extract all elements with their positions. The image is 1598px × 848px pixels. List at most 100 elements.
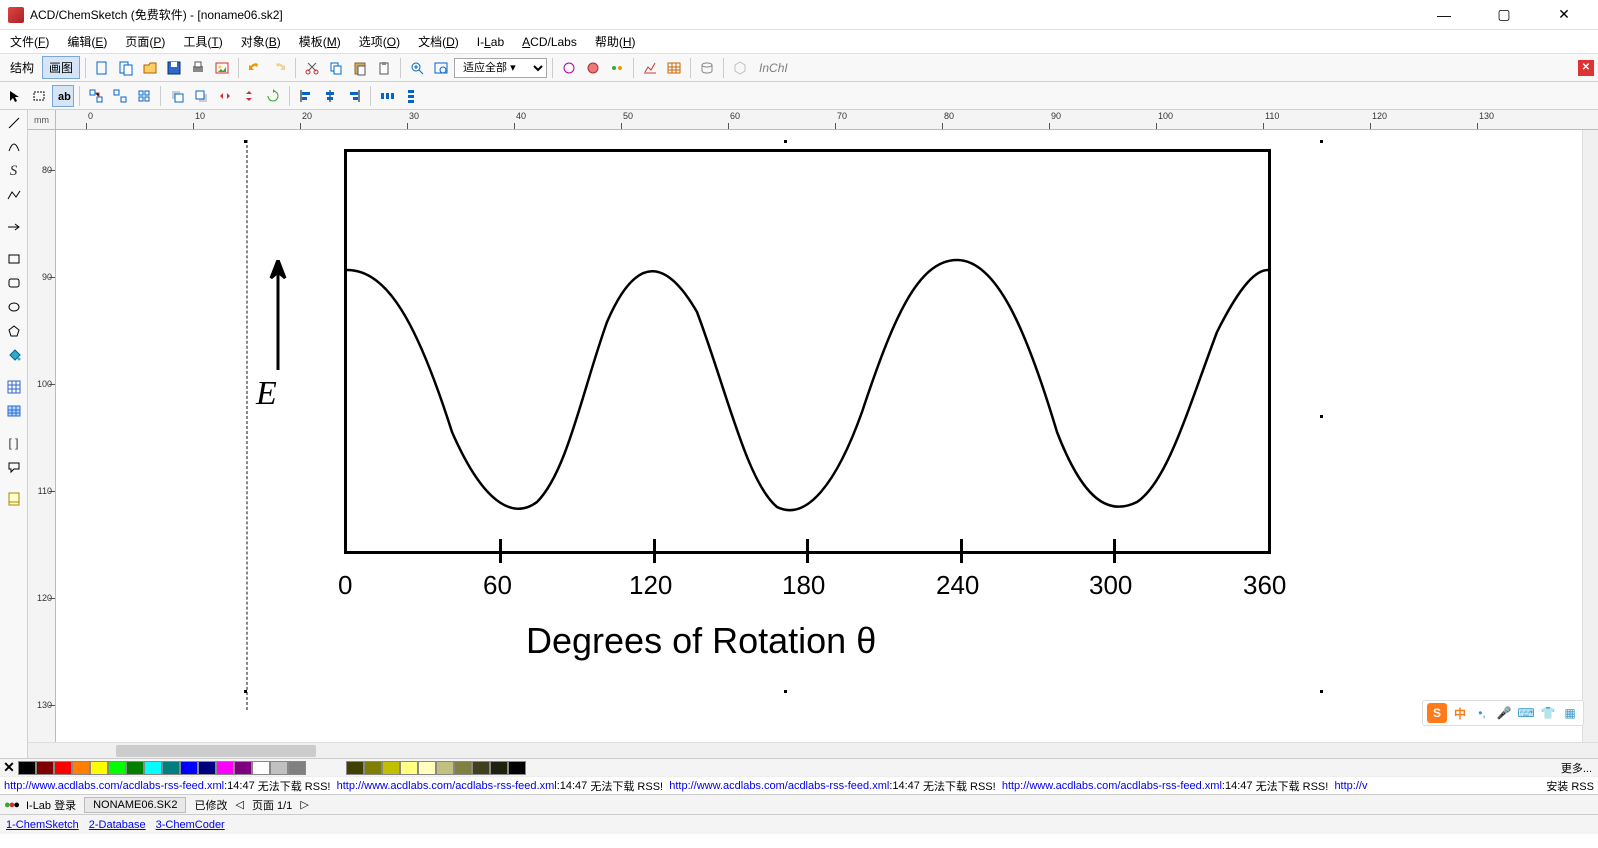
- prev-page-icon[interactable]: ◁: [235, 798, 243, 811]
- minimize-button[interactable]: —: [1422, 1, 1466, 29]
- menu-docs[interactable]: 文档(D): [412, 31, 465, 52]
- scrollbar-thumb[interactable]: [116, 745, 316, 757]
- color-swatch[interactable]: [144, 761, 162, 775]
- color-swatch[interactable]: [382, 761, 400, 775]
- line-tool-icon[interactable]: [3, 112, 25, 134]
- ilab-login-button[interactable]: I-Lab 登录: [26, 797, 76, 813]
- distribute-h-icon[interactable]: [376, 85, 398, 107]
- install-rss-button[interactable]: 安装 RSS: [1542, 778, 1594, 794]
- mode-structure-button[interactable]: 结构: [4, 57, 40, 78]
- zoom-in-icon[interactable]: [406, 57, 428, 79]
- zoom-select[interactable]: 适应全部 ▾: [454, 58, 547, 78]
- open-icon[interactable]: [139, 57, 161, 79]
- color-swatch[interactable]: [54, 761, 72, 775]
- color-swatch[interactable]: [90, 761, 108, 775]
- color-swatch[interactable]: [108, 761, 126, 775]
- color-swatch[interactable]: [436, 761, 454, 775]
- select-rect-icon[interactable]: [28, 85, 50, 107]
- tlc-plate-icon[interactable]: [3, 488, 25, 510]
- shape-dots-icon[interactable]: [606, 57, 628, 79]
- bracket-tool-icon[interactable]: [ ]: [3, 432, 25, 454]
- print-icon[interactable]: [187, 57, 209, 79]
- polyline-tool-icon[interactable]: [3, 184, 25, 206]
- ime-lang[interactable]: 中: [1451, 704, 1469, 722]
- graph-icon[interactable]: [639, 57, 661, 79]
- rect-tool-icon[interactable]: [3, 248, 25, 270]
- color-swatch[interactable]: [126, 761, 144, 775]
- rotate-icon[interactable]: [262, 85, 284, 107]
- color-swatch[interactable]: [490, 761, 508, 775]
- color-swatch[interactable]: [18, 761, 36, 775]
- color-swatch[interactable]: [288, 761, 306, 775]
- chem-icon[interactable]: [729, 57, 751, 79]
- color-swatch[interactable]: [234, 761, 252, 775]
- color-swatch[interactable]: [346, 761, 364, 775]
- export-image-icon[interactable]: [211, 57, 233, 79]
- new-doc-icon[interactable]: [91, 57, 113, 79]
- app-chemsketch[interactable]: 1-ChemSketch: [6, 819, 79, 831]
- ime-menu-icon[interactable]: ▦: [1561, 704, 1579, 722]
- bring-front-icon[interactable]: [190, 85, 212, 107]
- no-color-button[interactable]: ✕: [0, 759, 18, 777]
- color-swatch[interactable]: [72, 761, 90, 775]
- ungroup-icon[interactable]: [109, 85, 131, 107]
- ellipse-tool-icon[interactable]: [3, 296, 25, 318]
- shape-filled-circle-icon[interactable]: [582, 57, 604, 79]
- distribute-v-icon[interactable]: [400, 85, 422, 107]
- bezier-tool-icon[interactable]: S: [3, 160, 25, 182]
- color-swatch[interactable]: [508, 761, 526, 775]
- redo-icon[interactable]: [268, 57, 290, 79]
- cut-icon[interactable]: [301, 57, 323, 79]
- send-back-icon[interactable]: [166, 85, 188, 107]
- text-tool-icon[interactable]: ab: [52, 85, 74, 107]
- grid-tool-icon[interactable]: [3, 376, 25, 398]
- rss-link[interactable]: http://www.acdlabs.com/acdlabs-rss-feed.…: [337, 780, 557, 792]
- flip-h-icon[interactable]: [214, 85, 236, 107]
- save-icon[interactable]: [163, 57, 185, 79]
- fill-tool-icon[interactable]: [3, 344, 25, 366]
- menu-ilab[interactable]: I-Lab: [471, 33, 510, 51]
- color-swatch[interactable]: [454, 761, 472, 775]
- next-page-icon[interactable]: ▷: [300, 798, 308, 811]
- search-db-icon[interactable]: [696, 57, 718, 79]
- menu-page[interactable]: 页面(P): [119, 31, 171, 52]
- copy-icon[interactable]: [325, 57, 347, 79]
- ime-skin-icon[interactable]: 👕: [1539, 704, 1557, 722]
- color-swatch[interactable]: [270, 761, 288, 775]
- color-swatch[interactable]: [162, 761, 180, 775]
- menu-edit[interactable]: 编辑(E): [61, 31, 113, 52]
- color-swatch[interactable]: [472, 761, 490, 775]
- mode-draw-button[interactable]: 画图: [42, 56, 80, 79]
- arrow-tool-icon[interactable]: [3, 216, 25, 238]
- drawing-canvas[interactable]: E 0 60 120 180 240: [56, 130, 1582, 742]
- menu-tools[interactable]: 工具(T): [177, 31, 228, 52]
- color-swatch[interactable]: [180, 761, 198, 775]
- inchi-button[interactable]: InChI: [753, 59, 794, 77]
- menu-object[interactable]: 对象(B): [235, 31, 287, 52]
- ime-toolbar[interactable]: S 中 •, 🎤 ⌨ 👕 ▦: [1422, 700, 1584, 726]
- color-swatch[interactable]: [216, 761, 234, 775]
- color-swatch[interactable]: [418, 761, 436, 775]
- table-tool-icon[interactable]: [3, 400, 25, 422]
- rss-link[interactable]: http://www.acdlabs.com/acdlabs-rss-feed.…: [4, 780, 224, 792]
- polygon-tool-icon[interactable]: [3, 320, 25, 342]
- new-from-template-icon[interactable]: [115, 57, 137, 79]
- align-icon[interactable]: [133, 85, 155, 107]
- group-icon[interactable]: [85, 85, 107, 107]
- curve-tool-icon[interactable]: [3, 136, 25, 158]
- shape-circle-icon[interactable]: [558, 57, 580, 79]
- clipboard-icon[interactable]: [373, 57, 395, 79]
- mdi-close-icon[interactable]: ✕: [1578, 60, 1594, 76]
- app-database[interactable]: 2-Database: [89, 819, 146, 831]
- ime-voice-icon[interactable]: 🎤: [1495, 704, 1513, 722]
- menu-template[interactable]: 模板(M): [293, 31, 347, 52]
- table-icon[interactable]: [663, 57, 685, 79]
- menu-file[interactable]: 文件(F): [4, 31, 55, 52]
- callout-tool-icon[interactable]: [3, 456, 25, 478]
- rss-link[interactable]: http://www.acdlabs.com/acdlabs-rss-feed.…: [1002, 780, 1222, 792]
- doc-tab[interactable]: NONAME06.SK2: [84, 797, 186, 813]
- ime-keyboard-icon[interactable]: ⌨: [1517, 704, 1535, 722]
- roundrect-tool-icon[interactable]: [3, 272, 25, 294]
- close-button[interactable]: ✕: [1542, 1, 1586, 29]
- menu-acdlabs[interactable]: ACD/Labs: [516, 33, 583, 51]
